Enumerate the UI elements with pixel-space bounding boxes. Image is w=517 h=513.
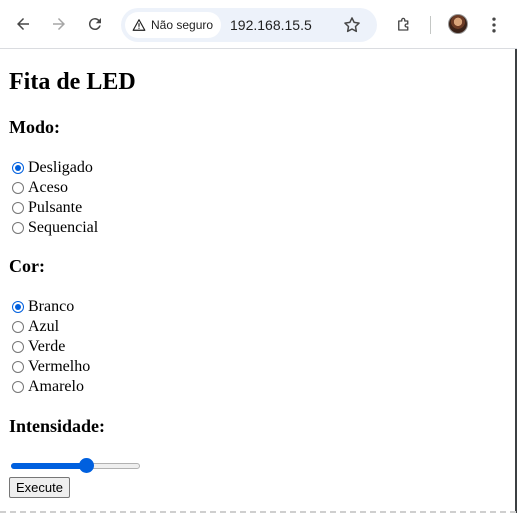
star-icon[interactable] bbox=[342, 15, 362, 35]
radio-button[interactable] bbox=[12, 202, 24, 214]
radio-button[interactable] bbox=[12, 381, 24, 393]
back-button[interactable] bbox=[8, 9, 38, 39]
radio-button[interactable] bbox=[12, 162, 24, 174]
radio-button[interactable] bbox=[12, 222, 24, 234]
mode-option-pulsante[interactable]: Pulsante bbox=[12, 198, 82, 218]
option-label: Amarelo bbox=[28, 378, 84, 395]
mode-option-aceso[interactable]: Aceso bbox=[12, 178, 68, 198]
mode-option-sequencial[interactable]: Sequencial bbox=[12, 218, 98, 238]
forward-arrow-icon bbox=[53, 18, 65, 30]
option-label: Vermelho bbox=[28, 358, 91, 375]
reload-icon bbox=[88, 18, 101, 31]
intensity-heading: Intensidade: bbox=[9, 416, 106, 436]
extensions-puzzle-icon bbox=[398, 17, 409, 31]
option-label: Pulsante bbox=[28, 199, 83, 216]
security-label: Não seguro bbox=[151, 18, 214, 32]
execute-button[interactable]: Execute bbox=[9, 477, 70, 498]
omnibox[interactable]: Não seguro 192.168.15.5 bbox=[121, 8, 377, 42]
radio-button[interactable] bbox=[12, 321, 24, 333]
color-option-branco[interactable]: Branco bbox=[12, 297, 74, 317]
color-option-vermelho[interactable]: Vermelho bbox=[12, 357, 90, 377]
slider-thumb[interactable] bbox=[79, 458, 94, 473]
radio-button[interactable] bbox=[12, 301, 24, 313]
radio-button[interactable] bbox=[12, 182, 24, 194]
color-option-amarelo[interactable]: Amarelo bbox=[12, 377, 84, 397]
security-chip[interactable]: Não seguro bbox=[125, 12, 221, 38]
option-label: Sequencial bbox=[28, 219, 99, 236]
toolbar-divider bbox=[430, 16, 431, 34]
option-label: Branco bbox=[28, 298, 75, 315]
address-text[interactable]: 192.168.15.5 bbox=[230, 17, 312, 33]
option-label: Azul bbox=[28, 318, 60, 335]
extensions-button[interactable] bbox=[389, 9, 419, 39]
mode-option-desligado[interactable]: Desligado bbox=[12, 158, 93, 178]
browser-toolbar: Não seguro 192.168.15.5 bbox=[0, 0, 517, 49]
reload-button[interactable] bbox=[80, 9, 110, 39]
option-label: Verde bbox=[28, 338, 66, 355]
back-arrow-icon bbox=[17, 18, 29, 30]
radio-button[interactable] bbox=[12, 341, 24, 353]
avatar[interactable] bbox=[448, 14, 468, 34]
kebab-menu-icon[interactable] bbox=[484, 15, 504, 35]
color-heading: Cor: bbox=[9, 256, 45, 276]
intensity-slider[interactable] bbox=[11, 458, 140, 473]
option-label: Desligado bbox=[28, 159, 93, 176]
page-title: Fita de LED bbox=[9, 69, 136, 95]
mode-heading: Modo: bbox=[9, 117, 60, 137]
warning-triangle-icon bbox=[132, 19, 146, 31]
slider-fill bbox=[11, 463, 86, 469]
color-option-verde[interactable]: Verde bbox=[12, 337, 65, 357]
option-label: Aceso bbox=[28, 179, 68, 196]
forward-button[interactable] bbox=[44, 9, 74, 39]
radio-button[interactable] bbox=[12, 361, 24, 373]
color-option-azul[interactable]: Azul bbox=[12, 317, 59, 337]
